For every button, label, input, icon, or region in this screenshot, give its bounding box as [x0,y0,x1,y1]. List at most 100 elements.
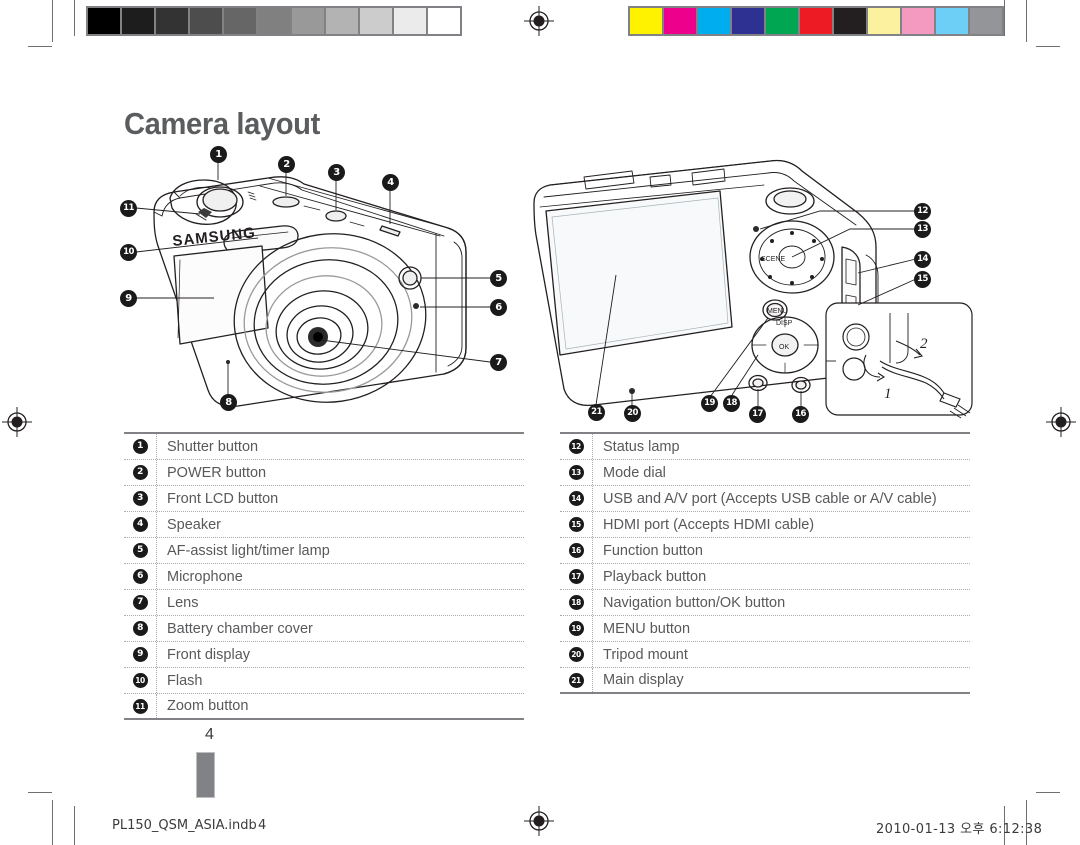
callout-bullet-14: 14 [568,491,584,506]
registration-mark-right-middle [1046,407,1076,437]
callout-bullet-21: 21 [568,672,584,688]
legend-number-cell: 2 [124,460,157,485]
legend-row: 11 Zoom button [124,694,524,720]
crop-mark-left-outer [52,0,53,42]
callout-bullet-7: 7 [132,595,148,610]
legend-label: AF-assist light/timer lamp [167,542,330,559]
callout-bullet-4: 4 [132,517,148,532]
legend-label: MENU button [603,620,691,637]
legend-label: Shutter button [167,438,259,455]
callout-bullet-2: 2 [132,465,148,480]
legend-row: 4 Speaker [124,512,524,538]
callout-rear-21: 21 [588,404,605,421]
legend-number-cell: 16 [560,538,593,563]
legend-row: 10 Flash [124,668,524,694]
legend-label: Front display [167,646,251,663]
legend-row: 14 USB and A/V port (Accepts USB cable or… [560,486,970,512]
grayscale-calibration-strip [86,6,462,36]
legend-number-cell: 18 [560,590,593,615]
callout-front-1: 1 [210,146,227,163]
legend-number-cell: 20 [560,642,593,667]
legend-row: 16 Function button [560,538,970,564]
callout-bullet-8: 8 [132,621,148,636]
legend-number-cell: 5 [124,538,157,563]
legend-label: Playback button [603,568,707,585]
callout-front-6: 6 [490,299,507,316]
callout-rear-18: 18 [723,395,740,412]
grayscale-swatch-5 [258,8,290,34]
legend-number-cell: 21 [560,668,593,692]
color-calibration-strip [628,6,1004,36]
legend-number-cell: 3 [124,486,157,511]
callout-front-5: 5 [490,270,507,287]
callout-front-11: 11 [120,200,137,217]
callout-front-4: 4 [382,174,399,191]
callout-front-7: 7 [490,354,507,371]
legend-number-cell: 12 [560,434,593,459]
callout-bullet-15: 15 [568,517,584,532]
legend-row: 13 Mode dial [560,460,970,486]
svg-text:2: 2 [920,336,928,352]
crop-mark-bottom-right-horizontal [1036,792,1060,793]
legend-row: 20 Tripod mount [560,642,970,668]
legend-label: HDMI port (Accepts HDMI cable) [603,516,815,533]
legend-number-cell: 10 [124,668,157,693]
grayscale-swatch-9 [394,8,426,34]
legend-label: Function button [603,542,703,559]
legend-label: Flash [167,672,203,689]
legend-row: 6 Microphone [124,564,524,590]
grayscale-swatch-3 [190,8,222,34]
legend-row: 9 Front display [124,642,524,668]
svg-text:OK: OK [779,344,789,351]
legend-row: 12 Status lamp [560,434,970,460]
legend-label: Mode dial [603,464,666,481]
callout-bullet-18: 18 [568,595,584,610]
legend-label: Speaker [167,516,222,533]
callout-bullet-9: 9 [132,647,148,662]
callout-bullet-12: 12 [568,439,584,454]
footer-page-ref: 4 [258,818,267,833]
crop-mark-top-left-horizontal [28,46,52,47]
callout-rear-14: 14 [914,251,931,268]
legend-row: 21 Main display [560,668,970,694]
callout-bullet-5: 5 [132,543,148,558]
color-swatch-4 [766,8,798,34]
callout-bullet-17: 17 [568,569,584,584]
svg-text:1: 1 [884,386,892,402]
grayscale-swatch-4 [224,8,256,34]
legend-label: USB and A/V port (Accepts USB cable or A… [603,490,937,507]
legend-left-rows: 1 Shutter button 2 POWER button 3 Front LCD b… [124,434,524,720]
legend-number-cell: 8 [124,616,157,641]
callout-bullet-3: 3 [132,491,148,506]
callout-front-3: 3 [328,164,345,181]
callout-bullet-1: 1 [132,439,148,454]
callout-rear-17: 17 [749,406,766,423]
callout-bullet-10: 10 [132,673,148,688]
legend-label: Lens [167,594,199,611]
legend-label: Navigation button/OK button [603,594,786,611]
footer-file-name: PL150_QSM_ASIA.indb [112,818,257,833]
crop-mark-left-inner [74,0,75,36]
legend-number-cell: 4 [124,512,157,537]
color-swatch-7 [868,8,900,34]
crop-mark-bottom-left-outer [52,800,53,845]
legend-label: Main display [603,672,684,688]
callout-rear-12: 12 [914,203,931,220]
crop-mark-bottom-left-inner [74,806,75,845]
legend-number-cell: 13 [560,460,593,485]
camera-front-illustration: SAMSUNG 1 2 3 4 5 6 7 8 9 10 11 [118,146,538,420]
grayscale-swatch-8 [360,8,392,34]
legend-label: Front LCD button [167,490,279,507]
page-title: Camera layout [124,106,320,141]
legend-row: 1 Shutter button [124,434,524,460]
legend-number-cell: 17 [560,564,593,589]
legend-row: 2 POWER button [124,460,524,486]
legend-row: 17 Playback button [560,564,970,590]
color-swatch-6 [834,8,866,34]
legend-number-cell: 1 [124,434,157,459]
legend-row: 5 AF-assist light/timer lamp [124,538,524,564]
callout-rear-20: 20 [624,405,641,422]
legend-row: 8 Battery chamber cover [124,616,524,642]
crop-mark-top-right-horizontal [1036,46,1060,47]
callout-bullet-13: 13 [568,465,584,480]
